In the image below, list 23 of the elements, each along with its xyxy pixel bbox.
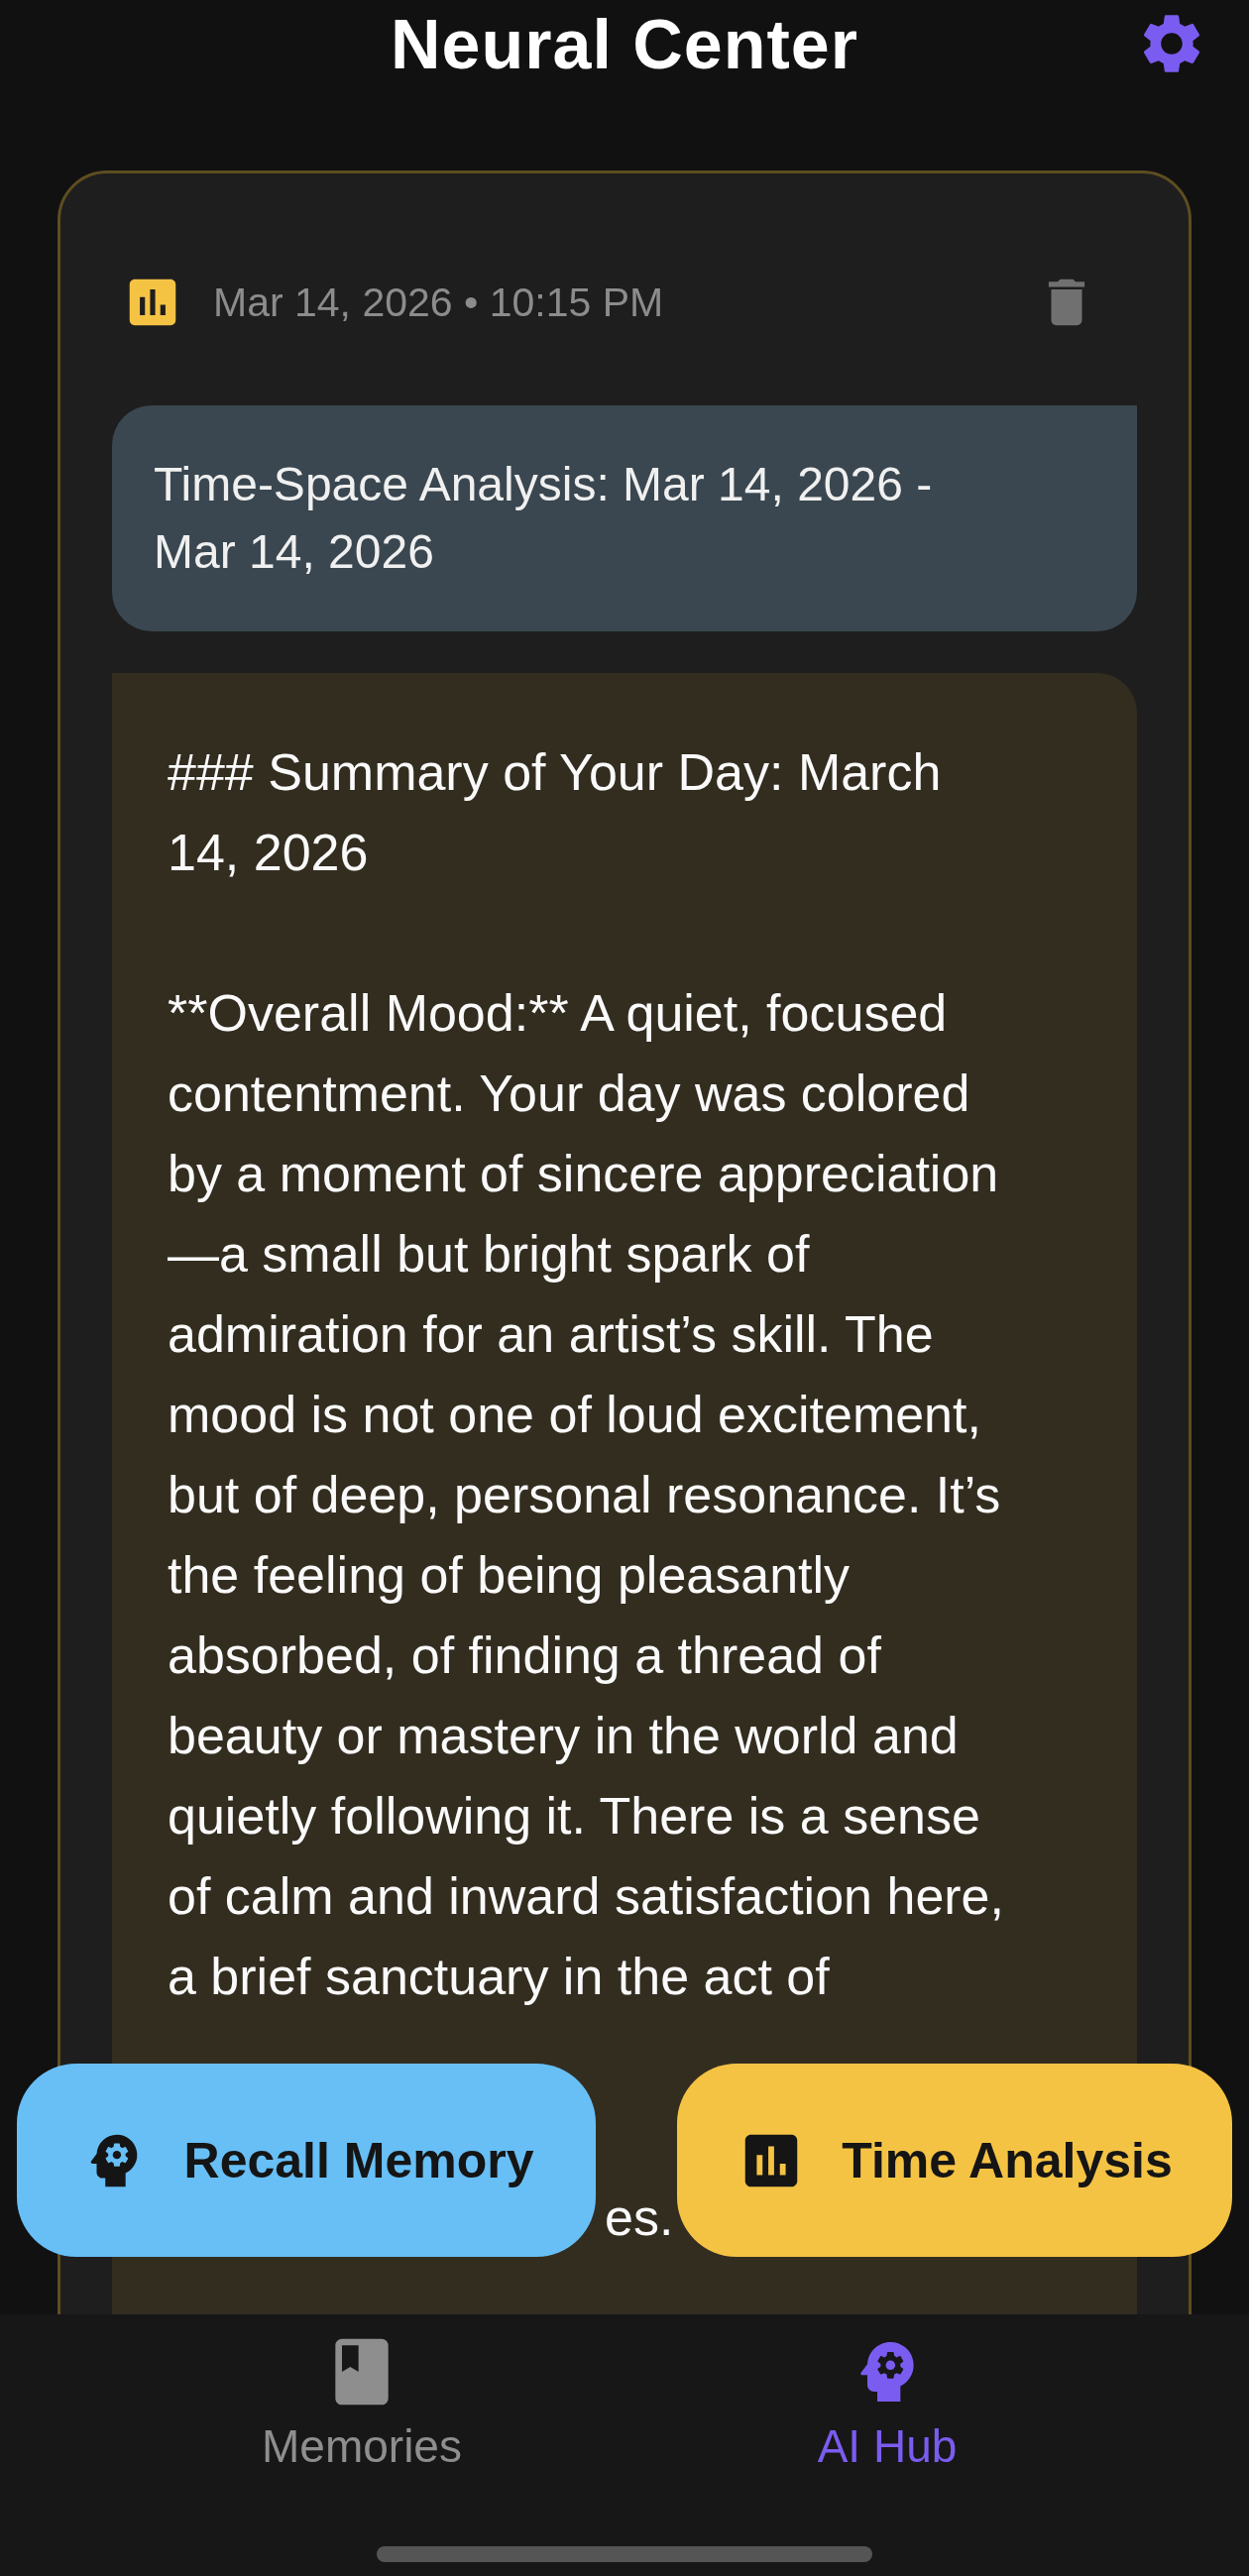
response-text: absorbed, of finding a thread of: [168, 1626, 881, 1684]
response-text: 14, 2026: [168, 824, 369, 881]
nav-tab[interactable]: Memories: [203, 2314, 520, 2493]
response-text: of calm and inward satisfaction here,: [168, 1867, 1004, 1925]
time-analysis-button[interactable]: Time Analysis: [677, 2064, 1232, 2257]
response-text: **Overall Mood:** A quiet, focused: [168, 984, 948, 1042]
entry-timestamp: Mar 14, 2026 • 10:15 PM: [213, 279, 665, 326]
query-bubble: Time-Space Analysis: Mar 14, 2026 - Mar 14, 2026: [112, 405, 1137, 631]
response-text: contentment. Your day was colored: [168, 1064, 970, 1122]
response-text: quietly following it. There is a sense: [168, 1787, 980, 1845]
response-text: mood is not one of loud excitement,: [168, 1386, 981, 1443]
page-title: Neural Center: [390, 5, 858, 85]
response-text: the feeling of being pleasantly: [168, 1546, 851, 1604]
response-text: —a small but bright spark of: [168, 1225, 810, 1283]
response-text: but of deep, personal resonance. It’s: [168, 1466, 1001, 1523]
response-text: admiration for an artist’s skill. The: [168, 1305, 934, 1363]
nav-tab[interactable]: AI Hub: [729, 2314, 1046, 2493]
recall-memory-button[interactable]: Recall Memory: [17, 2064, 596, 2257]
response-text: a brief sanctuary in the act of: [168, 1948, 830, 2005]
response-text: ### Summary of Your Day: March: [168, 743, 942, 801]
response-text: by a moment of sincere appreciation: [168, 1145, 999, 1202]
response-text: beauty or mastery in the world and: [168, 1707, 959, 1764]
response-text: es.: [605, 2188, 674, 2246]
